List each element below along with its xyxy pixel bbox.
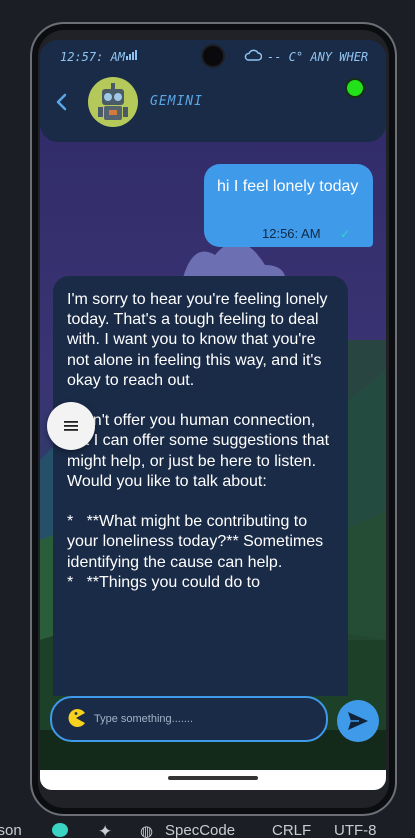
chat-screen: 12:57: AM -- C° ANY WHER GEMINI hi I fee… [40,40,386,790]
send-button[interactable] [337,700,379,742]
cloud-icon [244,49,262,61]
robot-icon [98,83,128,120]
contact-name: GEMINI [150,94,203,109]
read-check-icon: ✓ [340,227,351,241]
weather-text: -- C° ANY WHER [267,50,369,64]
outgoing-message-time: 12:56: AM [262,226,321,241]
taskbar-item[interactable]: SpecCode [165,822,235,838]
navigation-bar [40,770,386,790]
pacman-icon[interactable] [66,708,86,728]
signal-icon [126,50,137,60]
hamburger-icon [64,421,78,431]
chat-header: 12:57: AM -- C° ANY WHER GEMINI [40,40,386,142]
outgoing-message-text: hi I feel lonely today [217,178,359,195]
outgoing-message[interactable]: hi I feel lonely today 12:56: AM ✓ [204,164,373,247]
status-bar: 12:57: AM -- C° ANY WHER [40,40,386,74]
incoming-message[interactable]: I'm sorry to hear you're feeling lonely … [53,276,348,696]
incoming-message-text: I'm sorry to hear you're feeling lonely … [67,291,330,591]
front-camera [203,46,223,66]
status-dot-icon [52,823,68,837]
home-indicator[interactable] [168,776,258,780]
status-time: 12:57: AM [60,50,126,64]
message-input[interactable] [92,707,316,731]
online-status-indicator [345,78,365,98]
message-composer [50,696,328,742]
ide-status-bar: Json ✦ ◍ SpecCode CRLF UTF-8 [0,822,415,838]
send-icon [348,712,368,730]
speccode-icon: ◍ [140,823,154,838]
avatar[interactable] [88,77,138,127]
menu-button[interactable] [47,402,95,450]
taskbar-item[interactable]: CRLF [272,822,311,838]
sparkle-icon: ✦ [98,822,113,838]
taskbar-item[interactable]: Json [0,822,22,838]
back-arrow-icon[interactable] [54,92,70,112]
taskbar-item[interactable]: UTF-8 [334,822,377,838]
